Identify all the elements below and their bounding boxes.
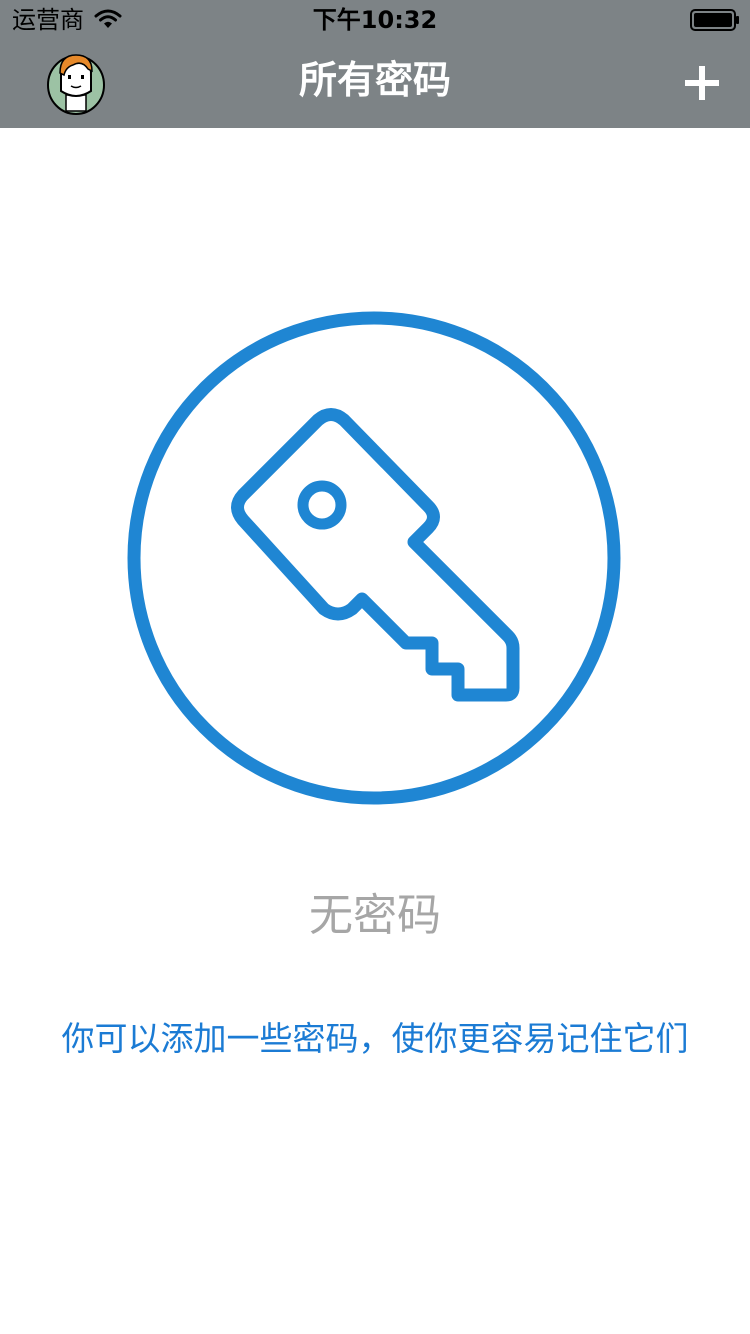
add-password-hint[interactable]: 你可以添加一些密码，使你更容易记住它们 xyxy=(0,1016,750,1062)
key-icon xyxy=(127,311,621,805)
page-title: 所有密码 xyxy=(298,58,451,102)
status-bar: 运营商 下午10:32 xyxy=(0,0,750,40)
top-bar: 运营商 下午10:32 所有密码 xyxy=(0,0,750,128)
nav-bar: 所有密码 xyxy=(0,40,750,128)
battery-icon xyxy=(690,9,739,31)
status-time: 下午10:32 xyxy=(312,6,438,34)
plus-icon[interactable] xyxy=(682,63,722,103)
empty-state-title: 无密码 xyxy=(309,890,441,941)
